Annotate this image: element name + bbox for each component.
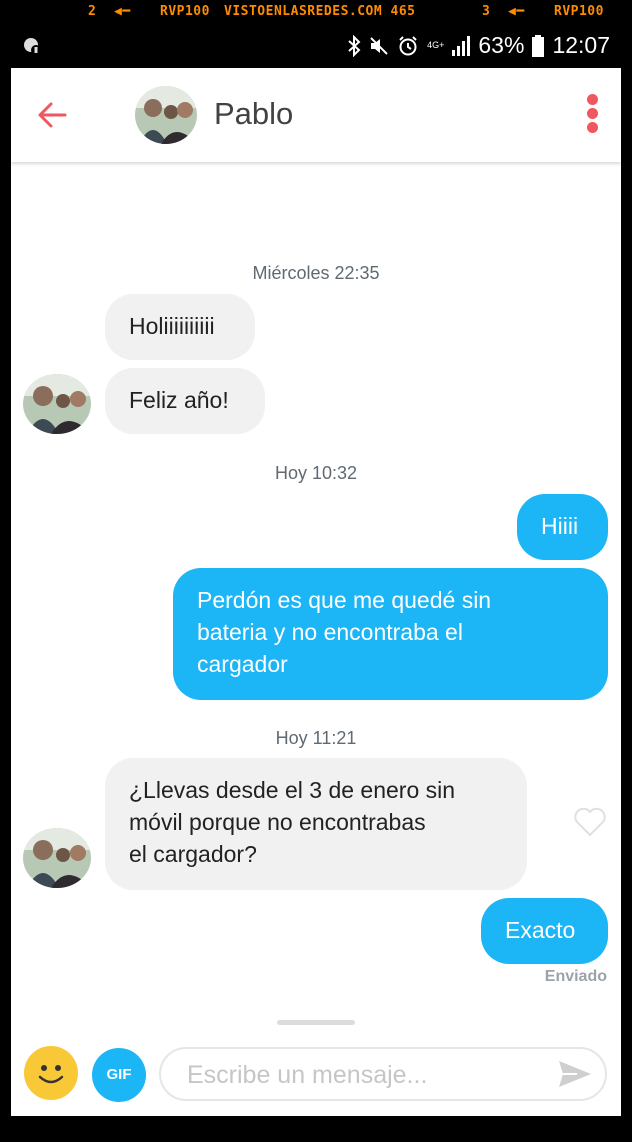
outgoing-message[interactable]: Exacto [481, 898, 608, 964]
battery-icon [532, 34, 545, 57]
emoji-icon [38, 1065, 64, 1084]
message-line: móvil porque no encontrabas [129, 809, 426, 835]
message-input[interactable]: Escribe un mensaje... [159, 1047, 607, 1101]
battery-percentage: 63% [478, 32, 525, 58]
contact-avatar-small[interactable] [23, 828, 91, 888]
mute-icon [370, 36, 388, 55]
incoming-message[interactable]: Holiiiiiiiiii [105, 294, 255, 360]
more-vertical-icon[interactable] [585, 94, 599, 136]
signal-icon [452, 35, 471, 56]
ticker-item: 3 [482, 4, 491, 19]
message-line: ¿Llevas desde el 3 de enero sin [129, 777, 456, 803]
contact-name[interactable]: Pablo [214, 96, 293, 132]
gif-button[interactable]: GIF [92, 1048, 146, 1102]
message-line: cargador [197, 651, 288, 677]
emoji-button[interactable] [24, 1046, 78, 1100]
status-bar: 4G+ 63% 12:07 [0, 26, 632, 68]
incoming-message[interactable]: ¿Llevas desde el 3 de enero sin móvil po… [105, 758, 527, 890]
data-saver-icon [24, 38, 41, 55]
scroll-handle[interactable] [277, 1020, 355, 1025]
contact-avatar-small[interactable] [23, 374, 91, 434]
send-icon[interactable] [557, 1058, 593, 1090]
ticker-arrow-icon: ◀━ [508, 4, 525, 19]
outgoing-message[interactable]: Perdón es que me quedé sin bateria y no … [173, 568, 608, 700]
network-type: 4G+ [427, 40, 445, 50]
alarm-icon [399, 35, 417, 55]
message-input-placeholder: Escribe un mensaje... [187, 1061, 428, 1089]
chat-screen: Pablo Miércoles 22:35 Holiiiiiiiiii Feli… [11, 68, 621, 1116]
outgoing-message[interactable]: Hiiii [517, 494, 608, 560]
delivery-status: Enviado [544, 968, 607, 985]
message-line: el cargador? [129, 841, 257, 867]
ticker-arrow-icon: ◀━ [114, 4, 131, 19]
back-arrow-icon[interactable] [35, 98, 69, 132]
message-line: bateria y no encontraba el [197, 619, 463, 645]
ticker-item: VISTOENLASREDES.COM 465 [224, 4, 416, 19]
bluetooth-icon [348, 34, 361, 57]
heart-icon[interactable] [573, 806, 607, 838]
message-line: Perdón es que me quedé sin [197, 587, 492, 613]
clock: 12:07 [552, 32, 610, 58]
message-timestamp: Hoy 11:21 [275, 728, 357, 748]
news-ticker: 2 ◀━ RVP100 VISTOENLASREDES.COM 465 3 ◀━… [52, 0, 632, 26]
chat-header: Pablo [11, 68, 621, 162]
incoming-message[interactable]: Feliz año! [105, 368, 265, 434]
message-timestamp: Miércoles 22:35 [252, 263, 380, 283]
contact-avatar[interactable] [135, 86, 197, 144]
ticker-item: RVP100 [160, 4, 210, 19]
ticker-item: RVP100 [554, 4, 604, 19]
message-timestamp: Hoy 10:32 [274, 463, 358, 483]
ticker-item: 2 [88, 4, 97, 19]
